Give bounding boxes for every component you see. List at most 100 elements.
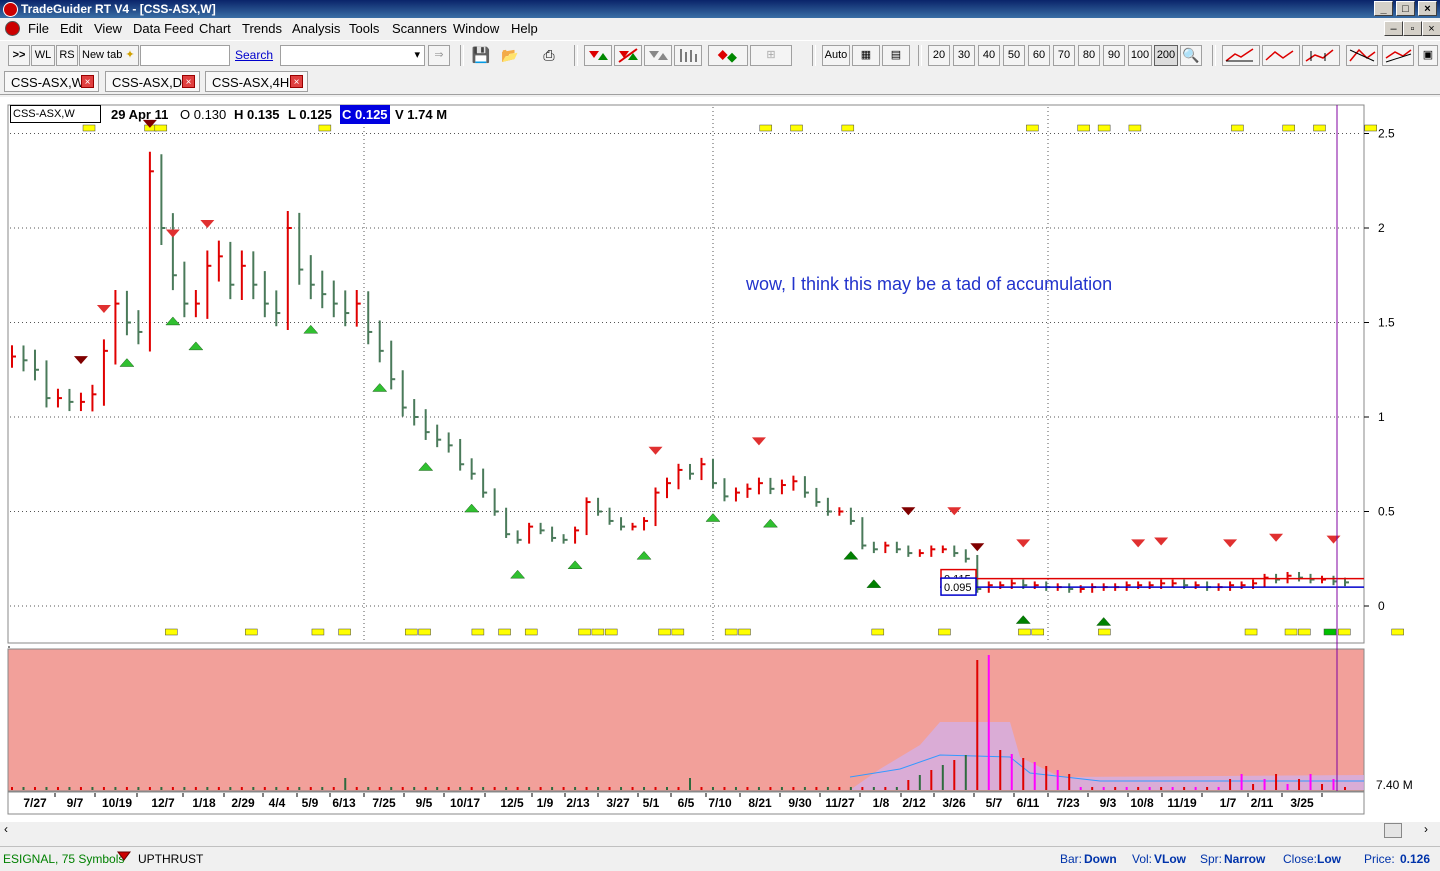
bar-value: Down <box>1084 852 1117 866</box>
mdi-minimize-button[interactable]: – <box>1384 21 1403 36</box>
y-tick-label: 2 <box>1378 221 1385 235</box>
signal-box <box>1031 628 1045 636</box>
y-tick-label: 0 <box>1378 599 1385 613</box>
trend-red-2-icon[interactable] <box>1262 45 1300 66</box>
toolbar-separator <box>812 45 816 66</box>
toolbar-separator <box>1212 45 1216 66</box>
scroll-thumb[interactable] <box>1384 823 1402 838</box>
period-40-button[interactable]: 40 <box>978 45 1000 66</box>
x-tick-label: 10/8 <box>1130 796 1154 810</box>
period-200-button[interactable]: 200 <box>1154 45 1178 66</box>
chart-window-icon[interactable]: ▣ <box>1418 45 1438 66</box>
trend-red-icon[interactable] <box>1222 45 1260 66</box>
save-icon[interactable]: 💾 <box>470 45 492 66</box>
bar-date: 29 Apr 11 <box>111 107 169 122</box>
app-icon <box>3 2 18 17</box>
scroll-right-icon[interactable]: › <box>1424 822 1428 836</box>
signal-toggle-icon[interactable] <box>614 45 642 66</box>
trend-cross-icon[interactable] <box>1346 45 1378 66</box>
signal-box <box>1128 124 1142 132</box>
indicator-icon[interactable] <box>708 45 748 66</box>
menu-data-feed[interactable]: Data Feed <box>133 21 194 36</box>
tab-css-asx-w[interactable]: CSS-ASX,W × <box>4 71 99 92</box>
price-chart[interactable]: 2.521.510.50 0.1150.095 7.40 M 7/279/710… <box>0 97 1440 822</box>
mdi-close-button[interactable]: × <box>1422 21 1440 36</box>
period-20-button[interactable]: 20 <box>928 45 950 66</box>
menu-window[interactable]: Window <box>453 21 499 36</box>
price-value: 0.126 <box>1400 852 1431 866</box>
close-button[interactable]: × <box>1418 1 1437 16</box>
symbol-field[interactable]: CSS-ASX,W <box>10 105 101 123</box>
signal-box <box>1298 628 1311 636</box>
search-dropdown[interactable]: ▾ <box>280 45 425 66</box>
signal-box <box>604 628 618 636</box>
forward-button[interactable]: >> <box>8 45 30 66</box>
mdi-child-icon[interactable] <box>5 21 20 36</box>
signal-box <box>671 628 685 636</box>
y-tick-label: 2.5 <box>1378 127 1395 141</box>
auto-button[interactable]: Auto <box>822 45 850 66</box>
bar-volume: V 1.74 M <box>395 107 448 122</box>
y-tick-label: 0.5 <box>1378 505 1395 519</box>
period-50-button[interactable]: 50 <box>1003 45 1025 66</box>
watchlist-button[interactable]: WL <box>31 45 55 66</box>
toolbar: >> WL RS New tab ✦ Search ▾ ⇒ 💾 📂 ⎙ ⊞ Au… <box>0 40 1440 71</box>
search-link[interactable]: Search <box>235 45 273 66</box>
period-60-button[interactable]: 60 <box>1028 45 1050 66</box>
period-30-button[interactable]: 30 <box>953 45 975 66</box>
menu-help[interactable]: Help <box>511 21 538 36</box>
menu-trends[interactable]: Trends <box>242 21 282 36</box>
tab-css-asx-4h[interactable]: CSS-ASX,4H × <box>205 71 308 92</box>
period-70-button[interactable]: 70 <box>1053 45 1075 66</box>
scroll-left-icon[interactable]: ‹ <box>4 822 8 836</box>
menu-analysis[interactable]: Analysis <box>292 21 340 36</box>
volume-axis-label: 7.40 M <box>1376 778 1413 792</box>
title-bar: TradeGuider RT V4 - [CSS-ASX,W] _ □ × <box>0 0 1440 18</box>
period-100-button[interactable]: 100 <box>1128 45 1152 66</box>
chart-area[interactable]: 2.521.510.50 0.1150.095 7.40 M 7/279/710… <box>0 97 1440 822</box>
trend-channel-icon[interactable] <box>1382 45 1414 66</box>
mdi-restore-button[interactable]: ▫ <box>1403 21 1422 36</box>
table-icon[interactable]: ▦ <box>852 45 880 66</box>
x-tick-label: 12/5 <box>500 796 524 810</box>
period-80-button[interactable]: 80 <box>1078 45 1100 66</box>
signal-grey-icon[interactable] <box>644 45 672 66</box>
x-tick-label: 1/18 <box>192 796 216 810</box>
print-icon[interactable]: ⎙ <box>538 45 560 66</box>
status-bar: ESIGNAL, 75 Symbols UPTHRUST Bar: Down V… <box>0 846 1440 871</box>
menu-edit[interactable]: Edit <box>60 21 82 36</box>
open-folder-icon[interactable]: 📂 <box>497 45 523 66</box>
chart-tabs: CSS-ASX,W × CSS-ASX,D × CSS-ASX,4H × <box>0 70 1440 95</box>
menu-scanners[interactable]: Scanners <box>392 21 447 36</box>
zoom-icon[interactable]: 🔍 <box>1180 45 1202 66</box>
signal-box <box>578 628 591 636</box>
horizontal-scrollbar[interactable]: ‹ › <box>0 822 1440 838</box>
trend-multi-icon[interactable] <box>1302 45 1340 66</box>
down-signal-icon[interactable] <box>584 45 612 66</box>
tab-css-asx-d[interactable]: CSS-ASX,D × <box>105 71 200 92</box>
close-icon[interactable]: × <box>290 75 303 88</box>
new-tab-button[interactable]: New tab ✦ <box>79 45 139 66</box>
period-90-button[interactable]: 90 <box>1103 45 1125 66</box>
close-icon[interactable]: × <box>182 75 195 88</box>
go-button[interactable]: ⇒ <box>428 45 450 66</box>
x-tick-label: 1/9 <box>537 796 554 810</box>
signal-box <box>1018 628 1031 636</box>
menu-file[interactable]: File <box>28 21 49 36</box>
signal-box <box>1026 124 1039 132</box>
x-tick-label: 12/7 <box>151 796 175 810</box>
layout-icon[interactable]: ▤ <box>882 45 910 66</box>
menu-chart[interactable]: Chart <box>199 21 231 36</box>
maximize-button[interactable]: □ <box>1396 1 1415 16</box>
signal-box <box>841 124 855 132</box>
menu-tools[interactable]: Tools <box>349 21 379 36</box>
x-tick-label: 10/17 <box>450 796 480 810</box>
minimize-button[interactable]: _ <box>1374 1 1393 16</box>
bar-chart-icon[interactable] <box>674 45 702 66</box>
symbol-input[interactable] <box>140 45 230 66</box>
close-icon[interactable]: × <box>81 75 94 88</box>
grid-icon[interactable]: ⊞ <box>750 45 792 66</box>
rs-button[interactable]: RS <box>56 45 78 66</box>
menu-view[interactable]: View <box>94 21 122 36</box>
bar-open: O 0.130 <box>180 107 227 122</box>
